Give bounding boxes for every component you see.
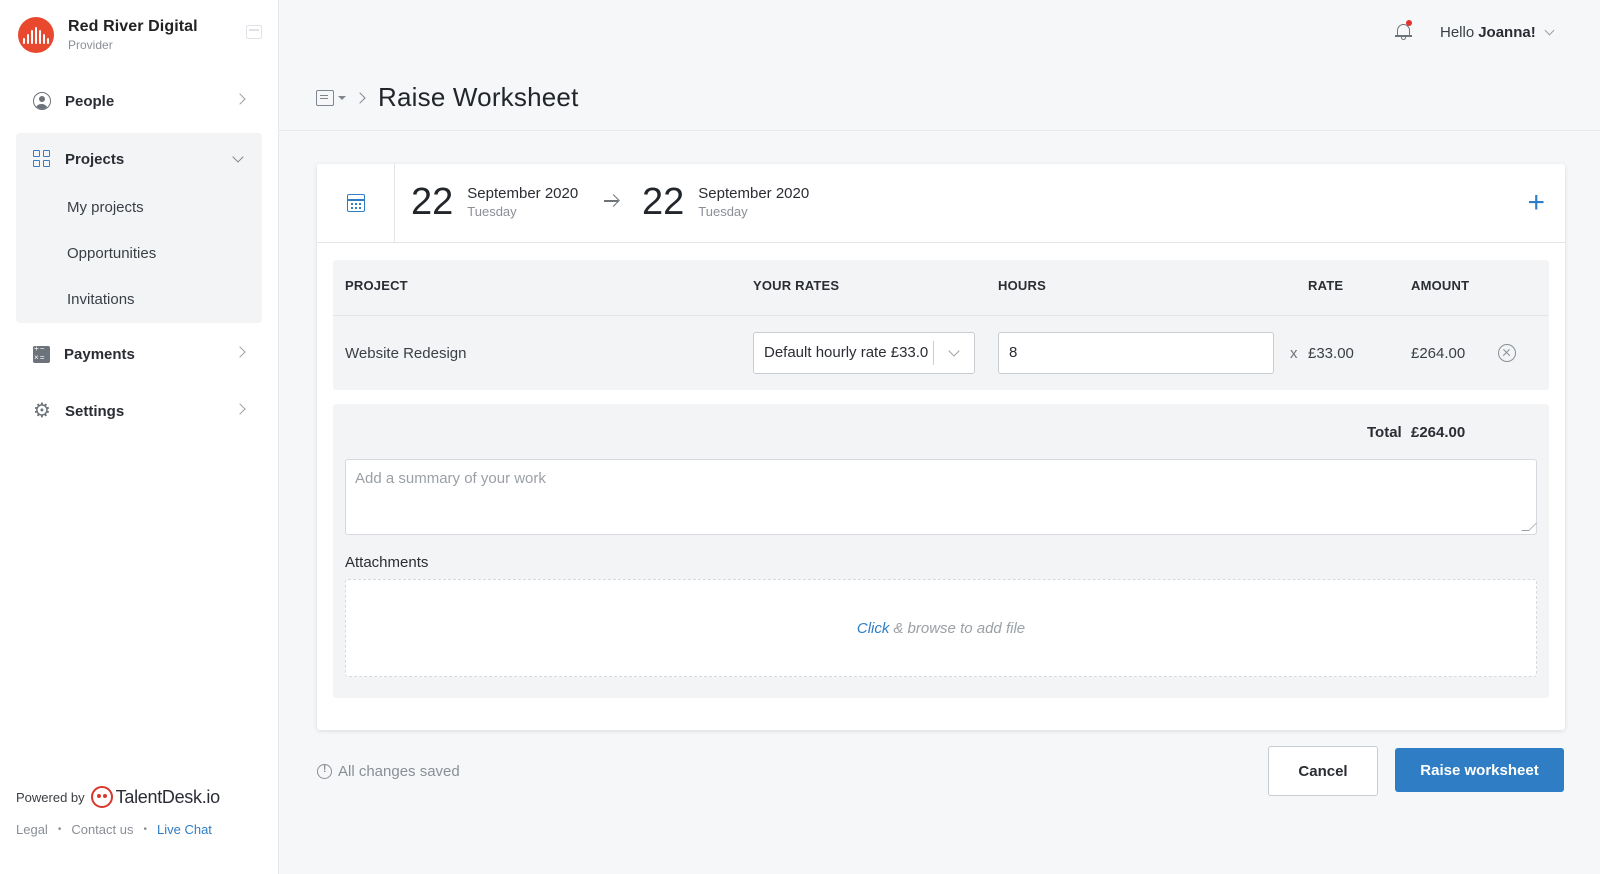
org-role: Provider [68,38,113,52]
calculator-icon [33,344,50,363]
summary-section: Total £264.00 Add a summary of your work… [333,404,1549,698]
sidebar-subitem-invitations[interactable]: Invitations [16,277,262,323]
start-weekday: Tuesday [467,204,517,219]
contact-link[interactable]: Contact us [71,822,133,837]
chevron-right-icon [354,91,366,104]
save-status: All changes saved [317,763,460,780]
save-status-text: All changes saved [338,763,460,780]
divider [279,130,1600,131]
cancel-button[interactable]: Cancel [1268,746,1378,796]
sidebar-subitem-opportunities[interactable]: Opportunities [16,231,262,277]
live-chat-link[interactable]: Live Chat [157,822,212,837]
hours-input[interactable]: 8 [998,332,1274,374]
sidebar-item-settings[interactable]: ⚙ Settings [16,389,262,433]
header-rates: YOUR RATES [753,278,840,293]
total-label: Total [1367,424,1402,441]
talentdesk-brand: TalentDesk.io [115,786,220,807]
remove-icon[interactable] [1498,344,1516,362]
footer-links: Legal • Contact us • Live Chat [16,822,212,837]
sidebar-item-label: People [65,92,115,110]
sidebar-item-label: Projects [65,150,125,168]
sidebar-item-people[interactable]: People [16,79,262,123]
total-value: £264.00 [1411,424,1466,441]
org-logo [18,17,54,53]
header-rate: RATE [1308,278,1344,293]
org-header[interactable]: Red River Digital Provider [18,17,198,53]
chevron-right-icon [234,93,246,105]
start-month: September 2020 [467,185,579,202]
project-name: Website Redesign [345,345,467,362]
rate-value: £33.00 [1308,345,1354,362]
dropzone-text: & browse to add file [893,619,1026,637]
chevron-down-icon [232,151,244,163]
end-month: September 2020 [698,185,810,202]
info-icon [317,764,332,779]
rate-select[interactable]: Default hourly rate £33.0 [753,332,975,374]
amount-value: £264.00 [1411,345,1466,362]
hours-value: 8 [1009,344,1018,361]
sidebar-item-projects[interactable]: Projects [16,133,262,185]
user-name: Joanna! [1478,24,1536,41]
start-date: 22 September 2020 Tuesday [411,182,578,222]
greeting: Hello [1440,24,1475,41]
rate-select-value: Default hourly rate £33.0 [764,344,929,361]
calendar-icon [346,194,365,212]
user-menu[interactable]: Hello Joanna! [1440,24,1555,41]
date-range: 22 September 2020 Tuesday 22 September 2… [317,164,1565,243]
arrow-right-icon [604,200,618,202]
collapse-sidebar-icon[interactable] [246,25,262,39]
attachments-label: Attachments [345,554,429,571]
page-title: Raise Worksheet [378,82,579,112]
resize-handle-icon[interactable] [1521,523,1537,531]
header-hours: HOURS [998,278,1046,293]
caret-down-icon[interactable] [338,95,346,100]
sidebar-item-label: Settings [65,402,125,420]
sidebar-item-label: Payments [64,345,135,363]
date-picker-button[interactable] [317,164,395,242]
sidebar-group-projects: Projects My projects Opportunities Invit… [16,133,262,323]
breadcrumb: Raise Worksheet [316,82,579,113]
click-link[interactable]: Click [857,620,890,637]
chevron-right-icon [234,403,246,415]
end-day: 22 [642,181,685,223]
summary-placeholder: Add a summary of your work [355,470,546,487]
worksheet-icon[interactable] [316,89,334,106]
summary-textarea[interactable]: Add a summary of your work [345,459,1537,535]
sidebar: Red River Digital Provider People Projec… [0,0,279,874]
org-name: Red River Digital [68,18,198,35]
gear-icon: ⚙ [33,400,51,422]
bell-icon[interactable] [1395,20,1412,40]
end-weekday: Tuesday [698,204,748,219]
person-icon [33,92,51,110]
raise-worksheet-button[interactable]: Raise worksheet [1395,748,1564,792]
notification-dot [1406,20,1412,26]
chevron-down-icon [948,345,960,357]
sidebar-subitem-my-projects[interactable]: My projects [16,185,262,231]
multiply-sign: x [1290,345,1298,362]
attachments-dropzone[interactable]: Click & browse to add file [345,579,1537,677]
start-day: 22 [411,181,454,223]
powered-by: Powered by TalentDesk.io [16,786,220,808]
sidebar-item-payments[interactable]: Payments [16,332,262,376]
legal-link[interactable]: Legal [16,822,48,837]
chevron-down-icon [1544,25,1555,36]
chevron-right-icon [234,346,246,358]
worksheet-card: 22 September 2020 Tuesday 22 September 2… [317,164,1565,730]
divider [333,315,1549,316]
powered-by-text: Powered by [16,789,85,805]
end-date: 22 September 2020 Tuesday [642,182,809,222]
plus-icon[interactable]: + [1527,188,1545,218]
header-amount: AMOUNT [1411,278,1470,293]
talentdesk-logo-icon [90,786,113,808]
worksheet-table: PROJECT YOUR RATES HOURS RATE AMOUNT Web… [333,260,1549,390]
grid-icon [33,150,51,168]
header-project: PROJECT [345,278,408,293]
